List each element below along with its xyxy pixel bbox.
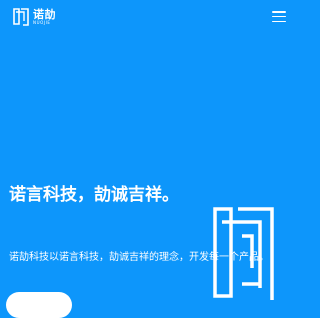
- brand-logo-text: 诺劼 NUOJIE: [33, 9, 56, 25]
- brand-name-en: NUOJIE: [33, 20, 51, 25]
- brand-logo-icon: [13, 8, 29, 26]
- hero-headline: 诺言科技，劼诚吉祥。: [9, 185, 179, 205]
- menu-line: [272, 20, 286, 22]
- brand-name-cn: 诺劼: [33, 8, 56, 21]
- hamburger-menu-icon[interactable]: [272, 11, 286, 22]
- cta-button[interactable]: [6, 292, 72, 318]
- brand-logo[interactable]: 诺劼 NUOJIE: [12, 8, 56, 26]
- brand-logo-watermark-icon: [213, 207, 274, 300]
- menu-line: [272, 15, 286, 18]
- menu-line: [272, 11, 286, 13]
